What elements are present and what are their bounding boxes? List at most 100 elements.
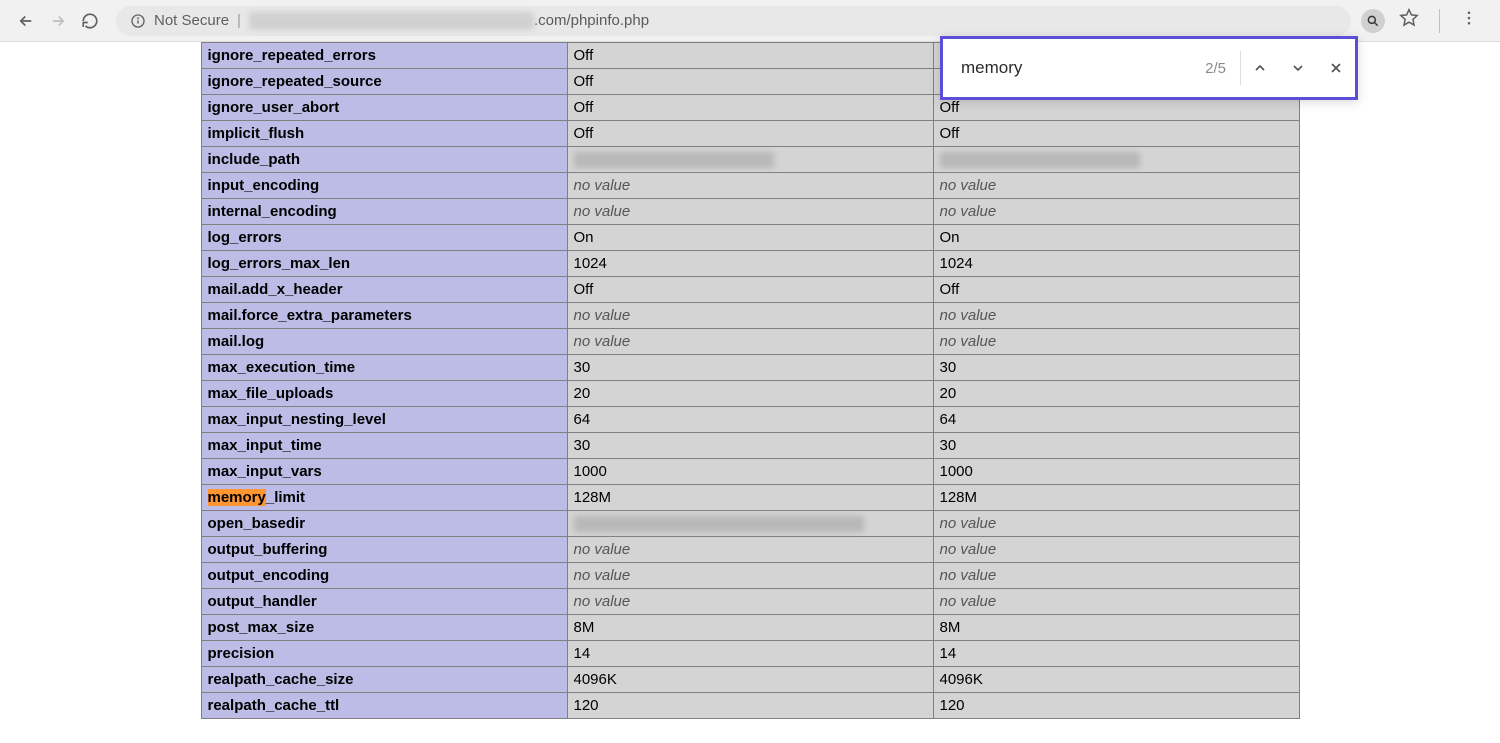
table-row: mail.add_x_headerOffOff [201,277,1299,303]
table-row: max_file_uploads2020 [201,381,1299,407]
address-bar[interactable]: Not Secure | .com/phpinfo.php [116,6,1351,36]
info-icon [130,13,146,29]
directive-name: include_path [201,147,567,173]
table-row: max_input_time3030 [201,433,1299,459]
table-row: log_errorsOnOn [201,225,1299,251]
local-value: 20 [567,381,933,407]
local-value: Off [567,43,933,69]
local-value: Off [567,69,933,95]
table-row: output_bufferingno valueno value [201,537,1299,563]
local-value: no value [567,329,933,355]
directive-name: mail.force_extra_parameters [201,303,567,329]
directive-name: output_encoding [201,563,567,589]
directive-name: output_buffering [201,537,567,563]
phpinfo-table: ignore_repeated_errorsOffOffignore_repea… [201,42,1300,719]
master-value: no value [933,303,1299,329]
directive-name: internal_encoding [201,199,567,225]
find-next-button[interactable] [1279,39,1317,97]
back-button[interactable] [12,7,40,35]
local-value: no value [567,589,933,615]
directive-name: ignore_user_abort [201,95,567,121]
master-value: no value [933,537,1299,563]
url-suffix: .com/phpinfo.php [534,12,649,29]
table-row: mail.force_extra_parametersno valueno va… [201,303,1299,329]
find-close-button[interactable] [1317,39,1355,97]
directive-name: mail.add_x_header [201,277,567,303]
page-content: 2/5 ignore_repeated_errorsOffOffignore_r… [0,42,1500,719]
directive-name: post_max_size [201,615,567,641]
local-value: no value [567,173,933,199]
local-value: 30 [567,433,933,459]
table-row: log_errors_max_len10241024 [201,251,1299,277]
directive-name: log_errors [201,225,567,251]
master-value: On [933,225,1299,251]
directive-name: max_execution_time [201,355,567,381]
bookmark-star-icon[interactable] [1399,8,1419,33]
table-row: implicit_flushOffOff [201,121,1299,147]
reload-button[interactable] [76,7,104,35]
directive-name: max_input_vars [201,459,567,485]
local-value: 30 [567,355,933,381]
directive-name: open_basedir [201,511,567,537]
table-row: internal_encodingno valueno value [201,199,1299,225]
directive-name: input_encoding [201,173,567,199]
master-value: no value [933,329,1299,355]
master-value: 30 [933,355,1299,381]
master-value: Off [933,277,1299,303]
url-blurred [249,12,534,30]
local-value [567,147,933,173]
local-value: 1000 [567,459,933,485]
master-value: no value [933,511,1299,537]
local-value: 120 [567,693,933,719]
table-row: memory_limit128M128M [201,485,1299,511]
master-value: 14 [933,641,1299,667]
table-row: post_max_size8M8M [201,615,1299,641]
master-value: 30 [933,433,1299,459]
master-value: no value [933,173,1299,199]
local-value: 128M [567,485,933,511]
table-row: include_path [201,147,1299,173]
table-row: input_encodingno valueno value [201,173,1299,199]
toolbar-divider [1439,9,1440,33]
find-match-count: 2/5 [1205,60,1240,77]
toolbar-right [1361,8,1488,33]
master-value: no value [933,589,1299,615]
table-row: max_input_nesting_level6464 [201,407,1299,433]
forward-button[interactable] [44,7,72,35]
directive-name: log_errors_max_len [201,251,567,277]
directive-name: implicit_flush [201,121,567,147]
table-row: open_basedir no value [201,511,1299,537]
directive-name: max_input_nesting_level [201,407,567,433]
local-value: 14 [567,641,933,667]
directive-name: realpath_cache_ttl [201,693,567,719]
menu-dots-icon[interactable] [1460,9,1478,32]
find-prev-button[interactable] [1241,39,1279,97]
master-value: 8M [933,615,1299,641]
local-value: Off [567,277,933,303]
find-input[interactable] [943,39,1205,97]
master-value: no value [933,563,1299,589]
not-secure-label: Not Secure [154,12,229,29]
master-value: 120 [933,693,1299,719]
master-value: 20 [933,381,1299,407]
master-value: 128M [933,485,1299,511]
local-value: Off [567,121,933,147]
local-value: On [567,225,933,251]
local-value: 8M [567,615,933,641]
master-value: 1000 [933,459,1299,485]
directive-name: ignore_repeated_source [201,69,567,95]
table-row: precision1414 [201,641,1299,667]
directive-name: ignore_repeated_errors [201,43,567,69]
search-badge-icon[interactable] [1361,9,1385,33]
master-value: 4096K [933,667,1299,693]
local-value [567,511,933,537]
table-row: mail.logno valueno value [201,329,1299,355]
directive-name: realpath_cache_size [201,667,567,693]
directive-name: precision [201,641,567,667]
master-value: Off [933,121,1299,147]
local-value: no value [567,303,933,329]
table-row: realpath_cache_size4096K4096K [201,667,1299,693]
local-value: no value [567,563,933,589]
local-value: 4096K [567,667,933,693]
local-value: no value [567,199,933,225]
